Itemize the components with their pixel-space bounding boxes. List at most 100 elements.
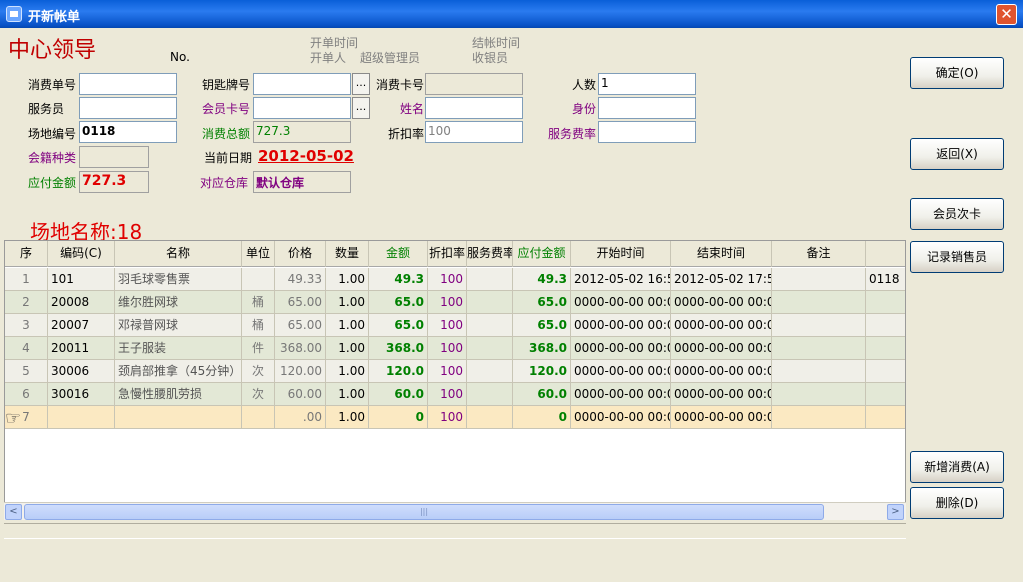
cell-end-time[interactable]: 0000-00-00 00:00 (671, 314, 772, 337)
cell-price[interactable]: 120.00 (275, 360, 326, 383)
cell-price[interactable]: 65.00 (275, 314, 326, 337)
cell-discount[interactable]: 100 (428, 268, 467, 291)
cell-service-rate[interactable] (467, 337, 513, 360)
items-grid[interactable]: 序编码(C) 名称 单位 价格 数量 金额 折扣率 服务费率 应付金额 开始时间 结束时间 备注 11… (4, 240, 906, 520)
cell-payable[interactable]: 65.0 (513, 291, 571, 314)
back-button[interactable]: 返回(X) (910, 138, 1004, 170)
cell-extra[interactable] (866, 291, 905, 314)
cell-code[interactable]: 20011 (48, 337, 115, 360)
column-header-extra[interactable] (866, 241, 905, 267)
member-card-input[interactable] (253, 97, 351, 119)
column-header-end-time[interactable]: 结束时间 (671, 241, 772, 267)
people-input[interactable]: 1 (598, 73, 696, 95)
cell-code[interactable]: 30016 (48, 383, 115, 406)
cell-unit[interactable] (242, 268, 275, 291)
close-button[interactable]: ✕ (996, 4, 1017, 25)
member-card-button[interactable]: 会员次卡 (910, 198, 1004, 230)
cell-service-rate[interactable] (467, 360, 513, 383)
cell-unit[interactable]: 件 (242, 337, 275, 360)
table-row[interactable]: 6 30016 急慢性腰肌劳损次 60.00 1.00 60.0 100 60.0 0000-0… (5, 383, 905, 406)
key-no-input[interactable] (253, 73, 351, 95)
cell-code[interactable]: 30006 (48, 360, 115, 383)
cell-start-time[interactable]: 0000-00-00 00:00 (571, 314, 671, 337)
delete-button[interactable]: 删除(D) (910, 487, 1004, 519)
cell-extra[interactable] (866, 383, 905, 406)
cell-name[interactable]: 急慢性腰肌劳损 (115, 383, 242, 406)
column-header-amount[interactable]: 金额 (369, 241, 428, 267)
cell-unit[interactable] (242, 406, 275, 429)
cell-payable[interactable]: 0 (513, 406, 571, 429)
cell-price[interactable]: 49.33 (275, 268, 326, 291)
cell-end-time[interactable]: 0000-00-00 00:00 (671, 383, 772, 406)
cell-name[interactable]: 颈肩部推拿（45分钟） (115, 360, 242, 383)
cell-extra[interactable] (866, 406, 905, 429)
cell-price[interactable]: 65.00 (275, 291, 326, 314)
cell-name[interactable]: 邓禄普网球 (115, 314, 242, 337)
scroll-left-button[interactable]: < (5, 504, 22, 520)
cell-qty[interactable]: 1.00 (326, 383, 369, 406)
cell-extra[interactable] (866, 337, 905, 360)
cell-service-rate[interactable] (467, 268, 513, 291)
cell-amount[interactable]: 65.0 (369, 314, 428, 337)
warehouse-value[interactable]: 默认仓库 (253, 171, 351, 193)
cell-code[interactable]: 20007 (48, 314, 115, 337)
cell-unit[interactable]: 桶 (242, 291, 275, 314)
cell-service-rate[interactable] (467, 291, 513, 314)
service-rate-input[interactable] (598, 121, 696, 143)
scroll-right-button[interactable]: > (887, 504, 904, 520)
column-header-code[interactable]: 编码(C) (48, 241, 115, 267)
name-input[interactable] (425, 97, 523, 119)
date-value[interactable]: 2012-05-02 (258, 147, 354, 165)
horizontal-scrollbar[interactable]: < ||| > (4, 502, 906, 520)
cell-extra[interactable] (866, 314, 905, 337)
cell-payable[interactable]: 60.0 (513, 383, 571, 406)
cell-discount[interactable]: 100 (428, 360, 467, 383)
cell-end-time[interactable]: 0000-00-00 00:00 (671, 337, 772, 360)
cell-remark[interactable] (772, 268, 866, 291)
confirm-button[interactable]: 确定(O) (910, 57, 1004, 89)
cell-extra[interactable]: 0118 (866, 268, 905, 291)
cell-qty[interactable]: 1.00 (326, 337, 369, 360)
key-no-browse-button[interactable]: ... (352, 73, 370, 95)
cell-remark[interactable] (772, 383, 866, 406)
table-row[interactable]: 2 20008 维尔胜网球桶 65.00 1.00 65.0 100 65.0 0000-00-… (5, 291, 905, 314)
cell-remark[interactable] (772, 291, 866, 314)
column-header-seq[interactable]: 序 (5, 241, 48, 267)
cell-amount[interactable]: 60.0 (369, 383, 428, 406)
cell-amount[interactable]: 120.0 (369, 360, 428, 383)
table-row[interactable]: 4 20011 王子服装件 368.00 1.00 368.0 100 368.0 0000-0… (5, 337, 905, 360)
cell-amount[interactable]: 368.0 (369, 337, 428, 360)
cell-qty[interactable]: 1.00 (326, 314, 369, 337)
cell-amount[interactable]: 0 (369, 406, 428, 429)
add-consume-button[interactable]: 新增消费(A) (910, 451, 1004, 483)
waiter-input[interactable] (79, 97, 177, 119)
cell-discount[interactable]: 100 (428, 291, 467, 314)
cell-end-time[interactable]: 0000-00-00 00:00 (671, 360, 772, 383)
cell-unit[interactable]: 次 (242, 383, 275, 406)
cell-name[interactable]: 王子服装 (115, 337, 242, 360)
cell-seq[interactable]: 2 (5, 291, 48, 314)
cell-price[interactable]: 60.00 (275, 383, 326, 406)
cell-start-time[interactable]: 0000-00-00 00:00 (571, 291, 671, 314)
member-type-input[interactable] (79, 146, 149, 168)
discount-input[interactable]: 100 (425, 121, 523, 143)
cell-price[interactable]: .00 (275, 406, 326, 429)
column-header-price[interactable]: 价格 (275, 241, 326, 267)
cell-end-time[interactable]: 2012-05-02 17:58 (671, 268, 772, 291)
cell-seq[interactable]: 3 (5, 314, 48, 337)
cell-extra[interactable] (866, 360, 905, 383)
cell-end-time[interactable]: 0000-00-00 00:00 (671, 406, 772, 429)
cell-code[interactable] (48, 406, 115, 429)
cell-seq[interactable]: 1 (5, 268, 48, 291)
cell-code[interactable]: 101 (48, 268, 115, 291)
cell-code[interactable]: 20008 (48, 291, 115, 314)
column-header-remark[interactable]: 备注 (772, 241, 866, 267)
cell-unit[interactable]: 桶 (242, 314, 275, 337)
cell-amount[interactable]: 65.0 (369, 291, 428, 314)
consume-card-input[interactable] (425, 73, 523, 95)
cell-payable[interactable]: 49.3 (513, 268, 571, 291)
cell-seq[interactable]: 6 (5, 383, 48, 406)
record-seller-button[interactable]: 记录销售员 (910, 241, 1004, 273)
table-row[interactable]: 1 101 羽毛球零售票 49.33 1.00 49.3 100 49.3 2012-05-02… (5, 268, 905, 291)
cell-start-time[interactable]: 2012-05-02 16:58 (571, 268, 671, 291)
